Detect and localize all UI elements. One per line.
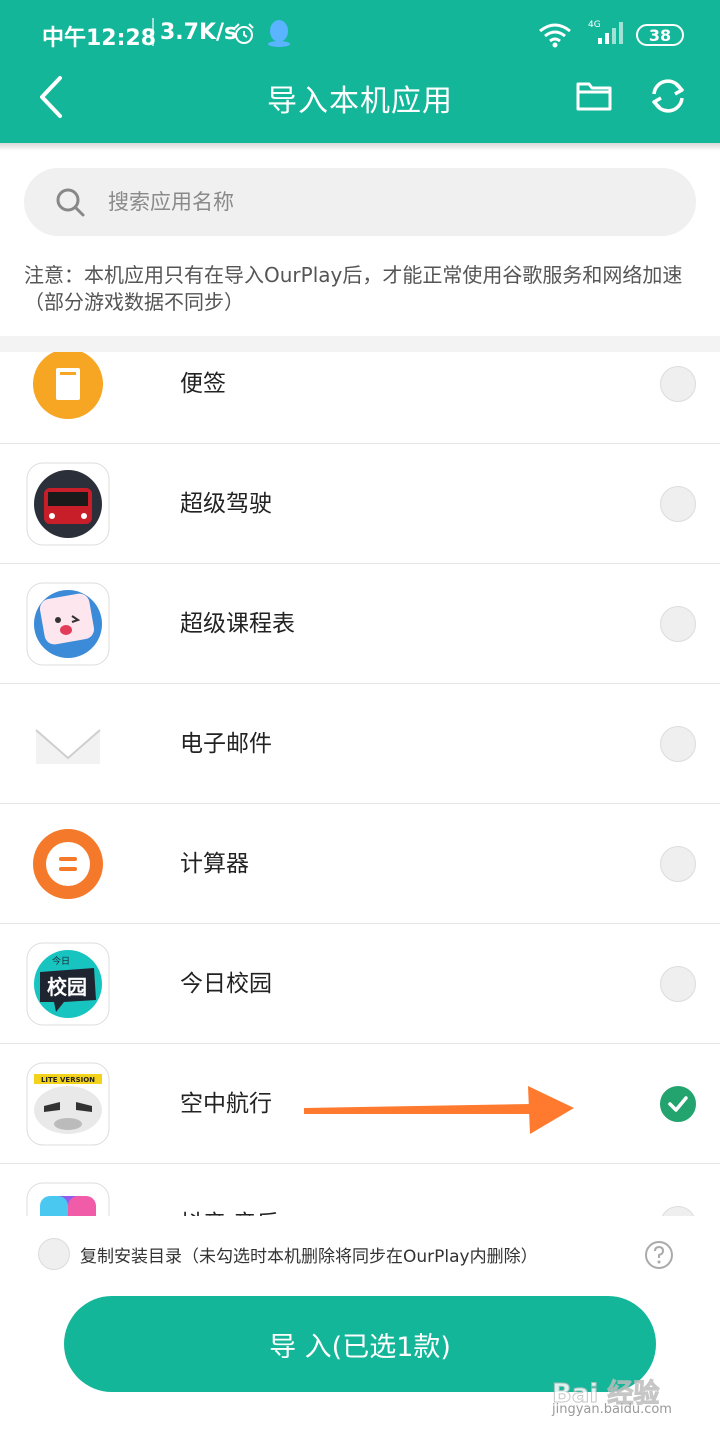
alarm-icon	[234, 23, 254, 44]
list-item[interactable]: 抖音·音乐	[0, 1164, 720, 1216]
app-name: 电子邮件	[180, 731, 272, 757]
app-name: 计算器	[180, 851, 249, 877]
list-item[interactable]: 电子邮件	[0, 684, 720, 804]
select-checkbox-checked[interactable]	[660, 1086, 696, 1122]
notes-app-icon	[33, 352, 103, 419]
select-checkbox[interactable]	[660, 606, 696, 642]
notice-text: 注意：本机应用只有在导入OurPlay后，才能正常使用谷歌服务和网络加速（部分游…	[24, 263, 683, 314]
svg-text:校园: 校园	[47, 975, 87, 999]
checkmark-icon	[668, 1096, 688, 1112]
orange-arrow-annotation	[304, 1086, 574, 1134]
search-input[interactable]	[108, 178, 668, 226]
refresh-icon[interactable]	[646, 74, 690, 118]
search-bar[interactable]	[24, 168, 696, 236]
copy-install-dir-checkbox[interactable]	[38, 1238, 70, 1270]
help-icon[interactable]	[644, 1240, 674, 1270]
select-checkbox[interactable]	[660, 486, 696, 522]
status-separator	[152, 18, 154, 46]
list-item[interactable]: 校园 今日 今日校园	[0, 924, 720, 1044]
select-checkbox[interactable]	[660, 966, 696, 1002]
schedule-app-icon	[26, 582, 110, 666]
top-app-bar: 中午12:28 3.7K/s 4G 38 导入本机应用	[0, 0, 720, 143]
select-checkbox[interactable]	[660, 1206, 696, 1216]
app-name: 今日校园	[180, 971, 272, 997]
status-network-speed: 3.7K/s	[160, 20, 238, 45]
battery-indicator: 38	[636, 24, 684, 46]
header-shadow	[0, 143, 720, 151]
app-name: 超级驾驶	[180, 491, 272, 517]
status-time: 中午12:28	[42, 26, 157, 51]
app-name: 超级课程表	[180, 611, 295, 637]
status-bar: 中午12:28 3.7K/s 4G 38	[0, 0, 720, 68]
list-item[interactable]: 便签	[0, 352, 720, 444]
calculator-app-icon	[33, 829, 103, 899]
watermark-url: jingyan.baidu.com	[552, 1402, 672, 1417]
list-item[interactable]: 计算器	[0, 804, 720, 924]
app-name: 抖音·音乐	[180, 1164, 279, 1216]
airplane-app-icon: LITE VERSION	[26, 1062, 110, 1146]
wifi-icon	[539, 23, 571, 48]
svg-text:4G: 4G	[588, 20, 601, 30]
bus-game-app-icon	[26, 462, 110, 546]
music-app-icon	[26, 1182, 110, 1216]
select-checkbox[interactable]	[660, 366, 696, 402]
bottom-panel: 复制安装目录（未勾选时本机删除将同步在OurPlay内删除） 导 入(已选1款)…	[0, 1216, 720, 1434]
campus-app-icon: 校园 今日	[26, 942, 110, 1026]
folder-icon[interactable]	[574, 76, 614, 116]
qq-icon	[268, 20, 290, 47]
cellular-signal-icon: 4G	[588, 20, 623, 44]
svg-text:今日: 今日	[52, 955, 70, 967]
select-checkbox[interactable]	[660, 726, 696, 762]
app-name: 空中航行	[180, 1091, 272, 1117]
email-app-icon	[35, 729, 101, 764]
list-item[interactable]: 超级课程表	[0, 564, 720, 684]
search-icon	[56, 188, 85, 217]
svg-text:LITE VERSION: LITE VERSION	[41, 1076, 95, 1084]
app-name: 便签	[180, 371, 226, 397]
list-item[interactable]: 超级驾驶	[0, 444, 720, 564]
copy-install-dir-label: 复制安装目录（未勾选时本机删除将同步在OurPlay内删除）	[80, 1247, 538, 1267]
section-divider	[0, 336, 720, 352]
select-checkbox[interactable]	[660, 846, 696, 882]
